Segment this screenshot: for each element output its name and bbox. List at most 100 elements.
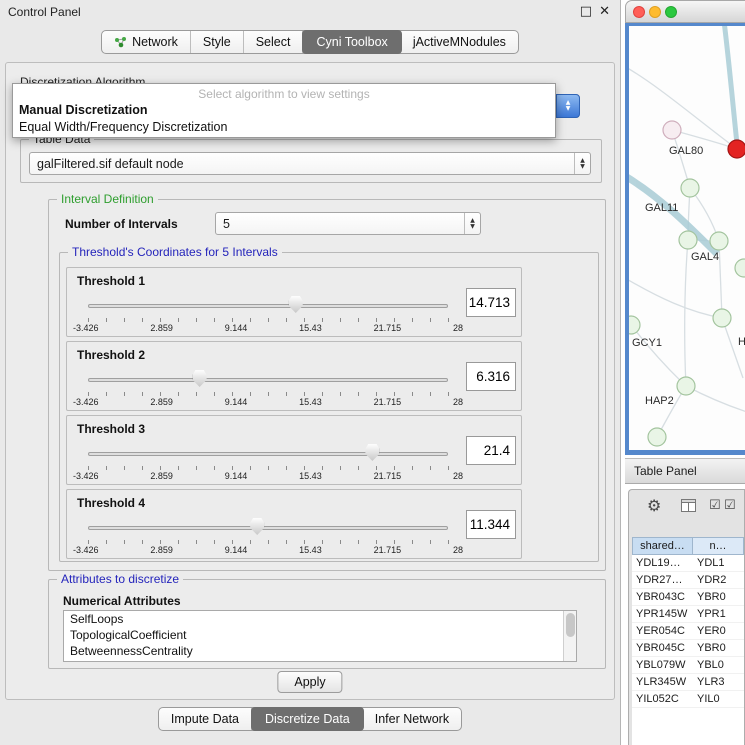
cell-name: YDR2 [693, 572, 744, 588]
tab-network[interactable]: Network [102, 31, 191, 53]
tab-impute-data[interactable]: Impute Data [159, 708, 252, 730]
node-label: H [738, 336, 745, 348]
table-data-group: Table Data galFiltered.sif default node … [20, 139, 602, 183]
table-row[interactable]: YDR27… YDR2 [632, 572, 744, 589]
attributes-title: Attributes to discretize [57, 572, 183, 586]
node-label: GCY1 [632, 337, 662, 349]
network-view-window: GAL80 GAL11 GAL4 GCY1 HAP2 H [625, 0, 745, 455]
threshold-2-slider-thumb[interactable] [193, 370, 207, 387]
apply-button[interactable]: Apply [277, 671, 342, 693]
number-of-intervals-label: Number of Intervals [65, 217, 178, 231]
table-row[interactable]: YDL19… YDL1 [632, 555, 744, 572]
network-frame: GAL80 GAL11 GAL4 GCY1 HAP2 H [625, 23, 745, 455]
scale-tick-label: 15.43 [299, 471, 322, 481]
combobox-stepper-icon[interactable]: ▲▼ [556, 94, 580, 118]
threshold-2-panel: Threshold 2 -3.426 2.859 9.144 15.43 21.… [66, 341, 522, 411]
selected-network-node[interactable] [728, 140, 745, 158]
checkbox-icon[interactable]: ☑ [709, 498, 721, 513]
network-canvas[interactable]: GAL80 GAL11 GAL4 GCY1 HAP2 H [629, 26, 745, 450]
tab-discretize-data[interactable]: Discretize Data [251, 707, 364, 731]
list-item[interactable]: SelfLoops [64, 611, 576, 627]
scale-tick-label: 2.859 [150, 545, 173, 555]
checkbox-icon[interactable]: ☑ [724, 498, 736, 513]
tab-style[interactable]: Style [191, 31, 244, 53]
table-panel-header: Table Panel [625, 458, 745, 484]
scale-tick-label: 2.859 [150, 397, 173, 407]
scale-tick-label: 9.144 [225, 323, 248, 333]
table-row[interactable]: YPR145W YPR1 [632, 606, 744, 623]
network-node[interactable] [710, 232, 728, 250]
list-item[interactable]: BetweennessCentrality [64, 643, 576, 659]
attributes-group: Attributes to discretize Numerical Attri… [48, 579, 606, 669]
columns-icon[interactable] [681, 499, 696, 517]
network-node[interactable] [648, 428, 666, 446]
scale-tick-label: 28 [453, 545, 463, 555]
tab-cyni-toolbox[interactable]: Cyni Toolbox [302, 30, 401, 54]
tab-select-label: Select [256, 35, 291, 49]
table-row[interactable]: YBL079W YBL0 [632, 657, 744, 674]
gear-icon[interactable]: ⚙ [647, 496, 661, 515]
scale-tick-label: 21.715 [374, 471, 402, 481]
cell-name: YBL0 [693, 657, 744, 673]
cell-name: YDL1 [693, 555, 744, 571]
threshold-2-label: Threshold 2 [77, 348, 145, 362]
slider-ticks [88, 318, 449, 322]
table-row[interactable]: YLR345W YLR3 [632, 674, 744, 691]
interval-definition-group: Interval Definition Number of Intervals … [48, 199, 606, 571]
table-body: YDL19… YDL1 YDR27… YDR2 YBR043C YBR0 YPR… [632, 555, 744, 745]
column-header-shared-name[interactable]: shared… [632, 537, 693, 555]
table-row[interactable]: YER054C YER0 [632, 623, 744, 640]
tab-jactivemnodules-label: jActiveMNodules [413, 35, 506, 49]
scale-tick-label: 9.144 [225, 471, 248, 481]
slider-ticks [88, 392, 449, 396]
threshold-3-slider-thumb[interactable] [365, 444, 379, 461]
network-node[interactable] [677, 377, 695, 395]
cell-name: YBR0 [693, 589, 744, 605]
tab-infer-network[interactable]: Infer Network [363, 708, 461, 730]
cell-name: YER0 [693, 623, 744, 639]
threshold-1-value-field[interactable] [466, 288, 516, 317]
minimize-traffic-light[interactable] [649, 6, 661, 18]
tab-network-label: Network [132, 35, 178, 49]
network-node[interactable] [681, 179, 699, 197]
table-row[interactable]: YBR043C YBR0 [632, 589, 744, 606]
close-traffic-light[interactable] [633, 6, 645, 18]
top-tab-bar: Network Style Select Cyni Toolbox jActiv… [0, 30, 620, 54]
dropdown-option-equal-width[interactable]: Equal Width/Frequency Discretization [19, 120, 227, 134]
table-row[interactable]: YIL052C YIL0 [632, 691, 744, 708]
close-icon[interactable]: ✕ [599, 4, 610, 19]
threshold-4-value-field[interactable] [466, 510, 516, 539]
network-node[interactable] [735, 259, 745, 277]
threshold-1-slider-thumb[interactable] [289, 296, 303, 313]
threshold-2-value-field[interactable] [466, 362, 516, 391]
column-header-name[interactable]: n… [693, 537, 744, 555]
tab-style-label: Style [203, 35, 231, 49]
table-header-row: shared… n… [632, 537, 744, 555]
node-label: HAP2 [645, 395, 674, 407]
network-node[interactable] [663, 121, 681, 139]
list-item[interactable]: TopologicalCoefficient [64, 627, 576, 643]
table-row[interactable]: YBR045C YBR0 [632, 640, 744, 657]
list-scrollbar[interactable] [563, 611, 576, 661]
table-data-combobox[interactable]: galFiltered.sif default node ▲▼ [29, 152, 591, 175]
tab-jactivemnodules[interactable]: jActiveMNodules [401, 31, 518, 53]
number-of-intervals-combobox[interactable]: 5 ▲▼ [215, 212, 481, 235]
network-node[interactable] [679, 231, 697, 249]
threshold-4-panel: Threshold 4 -3.426 2.859 9.144 15.43 21.… [66, 489, 522, 559]
slider-scale: -3.426 2.859 9.144 15.43 21.715 28 [73, 471, 463, 481]
network-node[interactable] [713, 309, 731, 327]
threshold-3-label: Threshold 3 [77, 422, 145, 436]
combobox-stepper-icon: ▲▼ [574, 153, 590, 174]
zoom-traffic-light[interactable] [665, 6, 677, 18]
network-window-titlebar[interactable] [625, 0, 745, 23]
minimize-icon[interactable]: □ [580, 4, 592, 19]
scale-tick-label: -3.426 [73, 397, 99, 407]
scale-tick-label: 15.43 [299, 545, 322, 555]
network-node[interactable] [629, 316, 640, 334]
threshold-4-slider-thumb[interactable] [250, 518, 264, 535]
scrollbar-thumb[interactable] [566, 613, 575, 637]
threshold-3-value-field[interactable] [466, 436, 516, 465]
node-label: GAL11 [645, 202, 678, 214]
tab-select[interactable]: Select [244, 31, 304, 53]
dropdown-option-manual[interactable]: Manual Discretization [19, 103, 148, 117]
